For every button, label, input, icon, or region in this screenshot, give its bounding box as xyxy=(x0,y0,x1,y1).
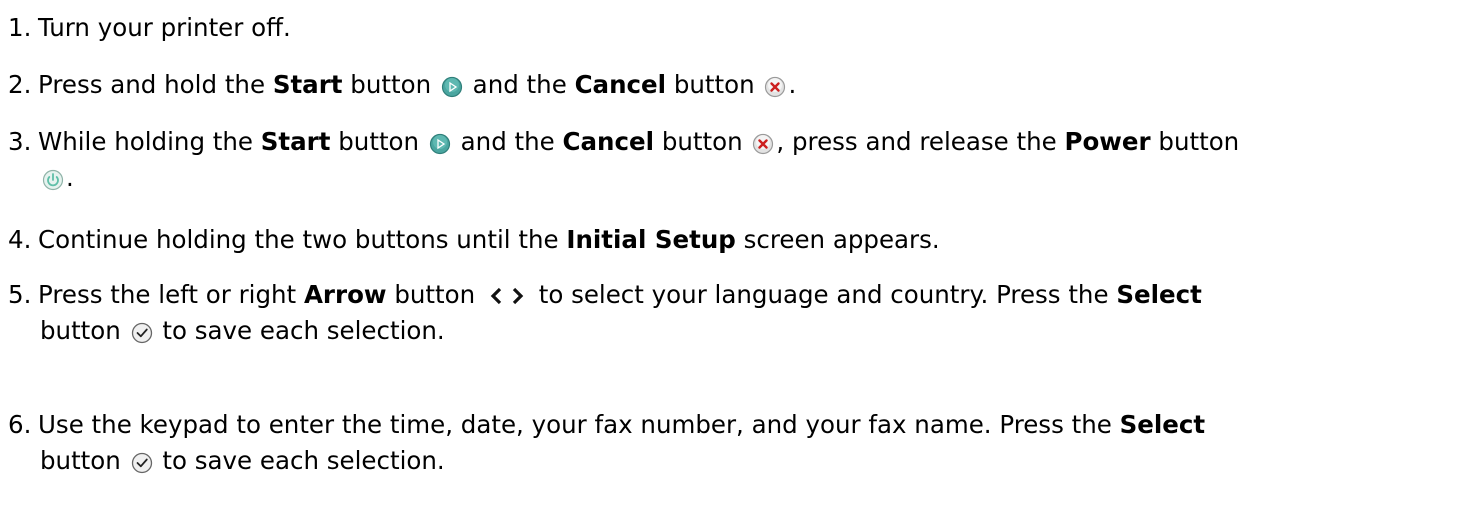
step-4: 4. Continue holding the two buttons until… xyxy=(8,222,1470,258)
cancel-button-icon xyxy=(765,76,786,98)
step-text: to save each selection. xyxy=(154,446,445,475)
step-text: Turn your printer off. xyxy=(38,13,291,42)
step-number: 1. xyxy=(8,13,32,42)
step-text: button xyxy=(666,70,763,99)
step-text: . xyxy=(788,70,797,99)
select-label: Select xyxy=(1116,280,1202,309)
step-text: Use the keypad to enter the time, date, … xyxy=(38,410,1120,439)
step-text: button xyxy=(1150,127,1240,156)
step-continuation: . xyxy=(8,160,1470,196)
step-number: 5. xyxy=(8,280,32,309)
step-text: and the xyxy=(452,127,563,156)
step-text: While holding the xyxy=(38,127,261,156)
step-text: to save each selection. xyxy=(154,316,445,345)
cancel-button-icon xyxy=(753,133,774,155)
step-number: 3. xyxy=(8,127,32,156)
start-label: Start xyxy=(260,127,331,156)
step-text: button xyxy=(654,127,751,156)
power-button-icon xyxy=(42,169,64,191)
step-2: 2. Press and hold the Start button and th… xyxy=(8,67,1470,103)
left-right-arrow-icon xyxy=(490,287,524,305)
step-text: button xyxy=(330,127,427,156)
power-label: Power xyxy=(1064,127,1151,156)
step-text: , press and release the xyxy=(776,127,1065,156)
select-label: Select xyxy=(1119,410,1206,439)
step-text: . xyxy=(66,163,74,192)
step-text: Continue holding the two buttons until t… xyxy=(38,225,567,254)
start-button-icon xyxy=(429,133,450,155)
arrow-label: Arrow xyxy=(303,280,387,309)
step-number: 2. xyxy=(8,70,32,99)
step-text: button xyxy=(40,446,129,475)
step-3: 3. While holding the Start button and the… xyxy=(8,124,1470,196)
initial-setup-label: Initial Setup xyxy=(566,225,736,254)
step-number: 4. xyxy=(8,225,32,254)
start-button-icon xyxy=(441,76,462,98)
step-text: Press and hold the xyxy=(38,70,273,99)
step-1: 1. Turn your printer off. xyxy=(8,10,1470,46)
step-5: 5. Press the left or right Arrow button t… xyxy=(8,277,1470,349)
cancel-label: Cancel xyxy=(574,70,667,99)
step-text: screen appears. xyxy=(735,225,940,254)
step-text: button xyxy=(342,70,439,99)
step-text: button xyxy=(40,316,129,345)
start-label: Start xyxy=(272,70,343,99)
select-checkmark-icon xyxy=(131,322,152,344)
select-checkmark-icon xyxy=(131,452,152,474)
step-continuation: button to save each selection. xyxy=(8,443,1470,479)
step-text: button xyxy=(386,280,483,309)
cancel-label: Cancel xyxy=(562,127,655,156)
step-text: to select your language and country. Pre… xyxy=(530,280,1117,309)
step-text: Press the left or right xyxy=(38,280,304,309)
step-number: 6. xyxy=(8,410,32,439)
step-6: 6. Use the keypad to enter the time, date… xyxy=(8,407,1470,479)
step-text: and the xyxy=(464,70,575,99)
step-continuation: button to save each selection. xyxy=(8,313,1470,349)
